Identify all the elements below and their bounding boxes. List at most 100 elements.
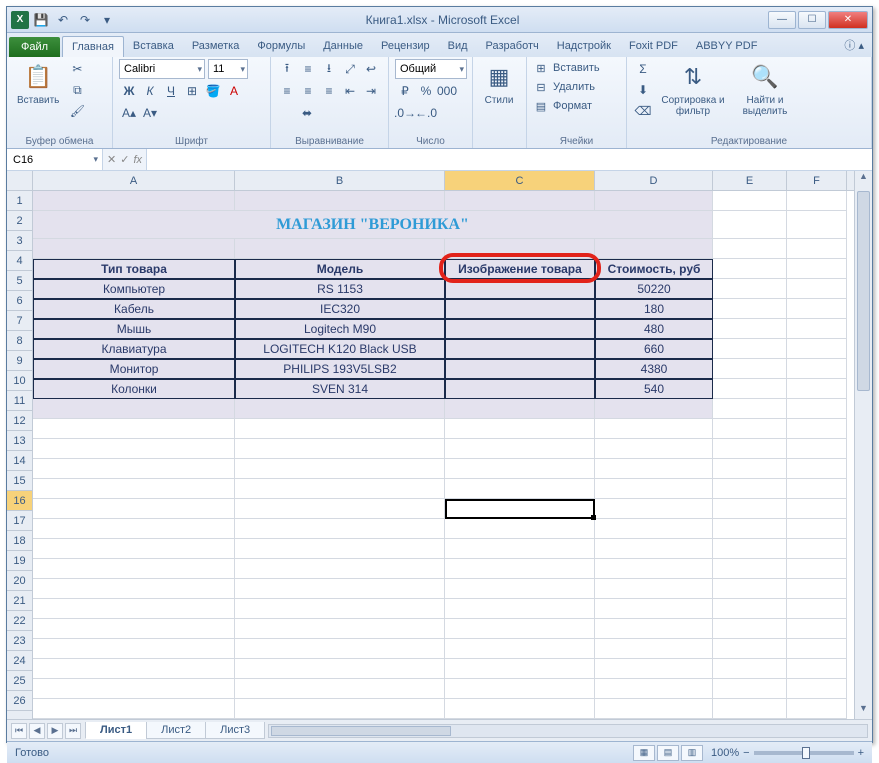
cell[interactable] (713, 279, 787, 299)
cell[interactable] (787, 279, 847, 299)
ribbon-tab-3[interactable]: Формулы (248, 36, 314, 57)
cell[interactable] (33, 619, 235, 639)
cell[interactable] (713, 599, 787, 619)
cell[interactable] (235, 191, 445, 211)
file-tab[interactable]: Файл (9, 37, 60, 57)
cell[interactable] (445, 439, 595, 459)
cell[interactable] (595, 619, 713, 639)
cell[interactable] (33, 239, 235, 259)
cancel-formula-icon[interactable]: ✕ (107, 153, 116, 166)
table-cell-cost-2[interactable]: 480 (595, 319, 713, 339)
cell[interactable] (33, 519, 235, 539)
row-header-5[interactable]: 5 (7, 271, 32, 291)
table-cell-cost-0[interactable]: 50220 (595, 279, 713, 299)
cell[interactable] (595, 239, 713, 259)
cell[interactable] (445, 559, 595, 579)
cell[interactable] (595, 439, 713, 459)
sheet-tab-2[interactable]: Лист3 (205, 722, 265, 739)
view-normal-button[interactable]: ▦ (633, 745, 655, 761)
col-header-E[interactable]: E (713, 171, 787, 190)
cell[interactable] (787, 639, 847, 659)
row-header-17[interactable]: 17 (7, 511, 32, 531)
cell[interactable] (595, 599, 713, 619)
table-cell-type-4[interactable]: Монитор (33, 359, 235, 379)
cell[interactable] (713, 519, 787, 539)
row-header-3[interactable]: 3 (7, 231, 32, 251)
row-header-21[interactable]: 21 (7, 591, 32, 611)
cell[interactable] (713, 319, 787, 339)
cell[interactable] (595, 679, 713, 699)
cell[interactable] (595, 499, 713, 519)
row-header-4[interactable]: 4 (7, 251, 32, 271)
cell[interactable] (235, 639, 445, 659)
cell[interactable] (235, 579, 445, 599)
cell[interactable] (445, 419, 595, 439)
table-header-0[interactable]: Тип товара (33, 259, 235, 279)
maximize-button[interactable]: ☐ (798, 11, 826, 29)
cell[interactable] (445, 519, 595, 539)
cell[interactable] (33, 439, 235, 459)
row-header-26[interactable]: 26 (7, 691, 32, 711)
comma-button[interactable]: 000 (437, 81, 457, 101)
number-format-combo[interactable]: Общий (395, 59, 467, 79)
cell[interactable] (713, 211, 787, 239)
worksheet-grid[interactable]: ABCDEF 123456789101112131415161718192021… (7, 171, 872, 719)
sheet-nav-last[interactable]: ⏭ (65, 723, 81, 739)
cell[interactable] (713, 639, 787, 659)
ribbon-tab-1[interactable]: Вставка (124, 36, 183, 57)
decrease-indent-button[interactable]: ⇤ (340, 81, 360, 101)
cell[interactable] (33, 699, 235, 719)
ribbon-tab-6[interactable]: Вид (439, 36, 477, 57)
cell[interactable] (787, 259, 847, 279)
cell[interactable] (235, 679, 445, 699)
cell[interactable] (787, 399, 847, 419)
row-header-16[interactable]: 16 (7, 491, 32, 511)
vertical-scrollbar[interactable]: ▲ ▼ (854, 171, 872, 719)
row-header-12[interactable]: 12 (7, 411, 32, 431)
cell[interactable] (787, 499, 847, 519)
cell[interactable] (595, 399, 713, 419)
cell[interactable] (595, 539, 713, 559)
table-cell-model-1[interactable]: IEC320 (235, 299, 445, 319)
row-header-18[interactable]: 18 (7, 531, 32, 551)
sheet-tab-1[interactable]: Лист2 (146, 722, 206, 739)
view-pagebreak-button[interactable]: ▥ (681, 745, 703, 761)
cell[interactable] (595, 479, 713, 499)
col-header-C[interactable]: C (445, 171, 595, 190)
paste-button[interactable]: 📋 Вставить (13, 59, 63, 108)
ribbon-tab-9[interactable]: Foxit PDF (620, 36, 687, 57)
cell[interactable] (787, 299, 847, 319)
qat-save-button[interactable]: 💾 (31, 10, 51, 30)
scroll-thumb[interactable] (857, 191, 870, 391)
table-cell-model-4[interactable]: PHILIPS 193V5LSB2 (235, 359, 445, 379)
cell[interactable] (445, 239, 595, 259)
cell[interactable] (595, 659, 713, 679)
align-right-button[interactable]: ≡ (319, 81, 339, 101)
cell[interactable] (713, 379, 787, 399)
cell[interactable] (445, 499, 595, 519)
cell[interactable] (235, 499, 445, 519)
cell[interactable] (787, 539, 847, 559)
store-title[interactable]: МАГАЗИН "ВЕРОНИКА" (33, 211, 713, 239)
find-select-button[interactable]: 🔍 Найти и выделить (733, 59, 797, 119)
percent-button[interactable]: % (416, 81, 436, 101)
cell[interactable] (787, 559, 847, 579)
cells-format-button[interactable]: ▤Формат (533, 97, 592, 115)
increase-indent-button[interactable]: ⇥ (361, 81, 381, 101)
font-name-combo[interactable]: Calibri (119, 59, 205, 79)
name-box[interactable]: C16 (7, 149, 103, 170)
scroll-down-icon[interactable]: ▼ (855, 703, 872, 719)
cell[interactable] (445, 459, 595, 479)
table-cell-image-4[interactable] (445, 359, 595, 379)
cell[interactable] (235, 599, 445, 619)
align-center-button[interactable]: ≡ (298, 81, 318, 101)
ribbon-tab-5[interactable]: Рецензир (372, 36, 439, 57)
cell[interactable] (787, 319, 847, 339)
cell[interactable] (445, 639, 595, 659)
cell[interactable] (33, 579, 235, 599)
table-cell-type-0[interactable]: Компьютер (33, 279, 235, 299)
cell[interactable] (445, 659, 595, 679)
cell[interactable] (235, 439, 445, 459)
decrease-font-button[interactable]: A▾ (140, 103, 160, 123)
qat-redo-button[interactable]: ↷ (75, 10, 95, 30)
